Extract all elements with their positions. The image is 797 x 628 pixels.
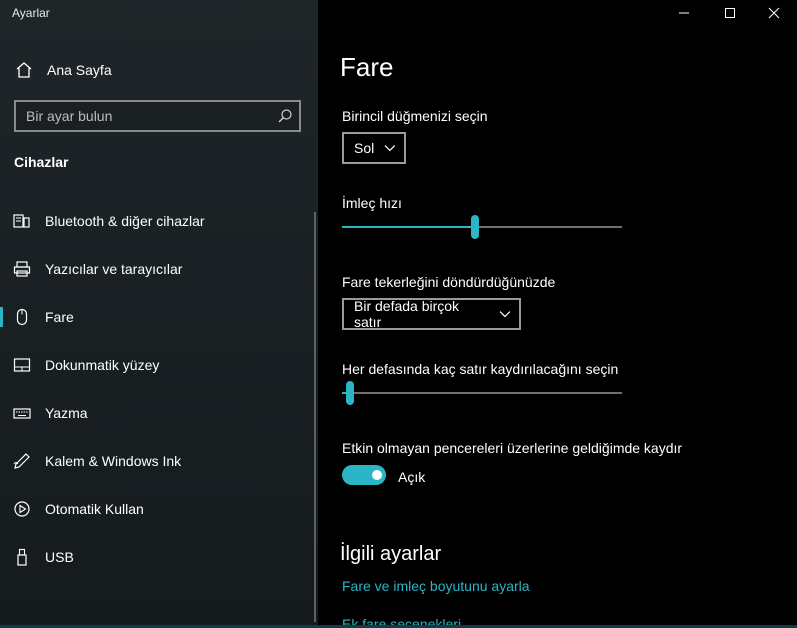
scroll-wheel-label: Fare tekerleğini döndürdüğünüzde (342, 274, 556, 290)
sidebar: Ayarlar Ana Sayfa Cihazlar Bluetooth & d… (0, 0, 318, 628)
main-panel: Fare Birincil düğmenizi seçin Sol İmleç … (318, 0, 797, 628)
sidebar-item-pen[interactable]: Kalem & Windows Ink (0, 441, 312, 481)
search-input[interactable] (16, 102, 266, 130)
toggle-knob (372, 470, 382, 480)
autoplay-icon (14, 501, 30, 517)
close-button[interactable] (751, 0, 797, 26)
sidebar-item-label: Otomatik Kullan (45, 501, 144, 517)
sidebar-item-label: USB (45, 549, 74, 565)
cursor-speed-label: İmleç hızı (342, 195, 402, 211)
page-title: Fare (340, 52, 394, 82)
home-icon (16, 62, 32, 78)
close-icon (768, 7, 780, 19)
primary-button-value: Sol (354, 140, 375, 156)
sidebar-home-label: Ana Sayfa (47, 62, 112, 78)
inactive-scroll-toggle[interactable] (342, 465, 386, 485)
inactive-scroll-state: Açık (398, 469, 426, 485)
lines-to-scroll-slider[interactable] (342, 380, 622, 406)
sidebar-item-label: Yazma (45, 405, 88, 421)
slider-thumb[interactable] (346, 381, 354, 405)
maximize-icon (725, 8, 735, 18)
sidebar-item-label: Bluetooth & diğer cihazlar (45, 213, 205, 229)
scroll-wheel-dropdown[interactable]: Bir defada birçok satır (342, 298, 521, 330)
sidebar-item-autoplay[interactable]: Otomatik Kullan (0, 489, 312, 529)
cursor-speed-slider[interactable] (342, 214, 622, 240)
inactive-scroll-label: Etkin olmayan pencereleri üzerlerine gel… (342, 440, 683, 456)
sidebar-item-label: Fare (45, 309, 74, 325)
sidebar-item-label: Yazıcılar ve tarayıcılar (45, 261, 183, 277)
search-icon[interactable] (277, 108, 293, 124)
selection-indicator (0, 307, 3, 327)
sidebar-item-label: Kalem & Windows Ink (45, 453, 182, 469)
sidebar-item-typing[interactable]: Yazma (0, 393, 312, 433)
sidebar-item-touchpad[interactable]: Dokunmatik yüzey (0, 345, 312, 385)
sidebar-home[interactable]: Ana Sayfa (0, 55, 318, 85)
primary-button-dropdown[interactable]: Sol (342, 132, 406, 164)
related-settings-title: İlgili ayarlar (340, 543, 442, 565)
scroll-wheel-value: Bir defada birçok satır (354, 298, 460, 330)
search-box[interactable] (14, 100, 301, 132)
sidebar-item-label: Dokunmatik yüzey (45, 357, 160, 373)
sidebar-item-usb[interactable]: USB (0, 537, 312, 577)
chevron-down-icon (384, 145, 396, 152)
sidebar-item-bluetooth[interactable]: Bluetooth & diğer cihazlar (0, 201, 312, 241)
mouse-icon (16, 308, 28, 326)
slider-thumb[interactable] (471, 215, 479, 239)
minimize-icon (679, 12, 689, 14)
pen-icon (13, 453, 30, 469)
chevron-down-icon (499, 311, 511, 318)
sidebar-item-printers[interactable]: Yazıcılar ve tarayıcılar (0, 249, 312, 289)
lines-to-scroll-label: Her defasında kaç satır kaydırılacağını … (342, 361, 619, 377)
section-title: Cihazlar (14, 154, 69, 170)
slider-fill (342, 226, 475, 228)
slider-track (342, 392, 622, 394)
printer-icon (13, 261, 31, 277)
maximize-button[interactable] (707, 0, 753, 26)
sidebar-scrollbar[interactable] (314, 212, 316, 622)
usb-icon (17, 548, 27, 566)
minimize-button[interactable] (661, 0, 707, 26)
sidebar-item-mouse[interactable]: Fare (0, 297, 312, 337)
link-pointer-size[interactable]: Fare ve imleç boyutunu ayarla (342, 578, 530, 594)
app-title: Ayarlar (12, 6, 50, 20)
bluetooth-devices-icon (13, 214, 30, 228)
touchpad-icon (13, 358, 31, 372)
keyboard-icon (13, 408, 31, 419)
primary-button-label: Birincil düğmenizi seçin (342, 108, 488, 124)
